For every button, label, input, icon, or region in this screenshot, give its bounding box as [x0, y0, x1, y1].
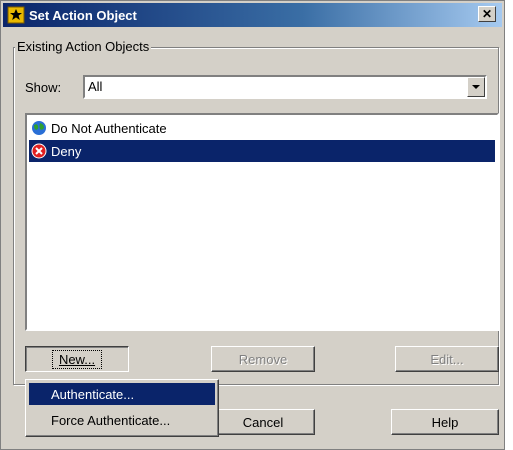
cancel-button-label: Cancel — [242, 414, 284, 430]
new-dropdown-menu: Authenticate... Force Authenticate... — [25, 379, 219, 437]
deny-icon — [31, 143, 47, 159]
show-label: Show: — [25, 80, 62, 95]
edit-button[interactable]: Edit... — [395, 346, 499, 372]
set-action-object-dialog: Set Action Object ✕ Existing Action Obje… — [0, 0, 505, 450]
title-bar[interactable]: Set Action Object ✕ — [3, 3, 502, 27]
new-button-label: New... — [51, 349, 103, 369]
help-button-label: Help — [431, 414, 459, 430]
new-button[interactable]: New... — [25, 346, 129, 372]
show-dropdown[interactable]: All — [83, 75, 487, 99]
group-label: Existing Action Objects — [15, 39, 152, 54]
edit-button-label: Edit... — [430, 351, 464, 367]
dropdown-button[interactable] — [467, 77, 485, 97]
menu-item-authenticate[interactable]: Authenticate... — [29, 383, 215, 405]
list-item-label: Deny — [51, 143, 82, 159]
list-item-do-not-authenticate[interactable]: Do Not Authenticate — [29, 117, 495, 139]
action-objects-list[interactable]: Do Not Authenticate Deny — [25, 113, 499, 331]
remove-button[interactable]: Remove — [211, 346, 315, 372]
chevron-down-icon — [472, 84, 480, 89]
close-icon: ✕ — [481, 7, 493, 21]
close-button[interactable]: ✕ — [478, 6, 496, 22]
globe-icon — [32, 121, 46, 135]
show-dropdown-value: All — [88, 79, 103, 94]
list-item-label: Do Not Authenticate — [51, 120, 167, 136]
menu-item-force-authenticate[interactable]: Force Authenticate... — [29, 409, 215, 431]
window-title: Set Action Object — [29, 7, 137, 23]
cancel-button[interactable]: Cancel — [211, 409, 315, 435]
app-icon — [7, 6, 25, 24]
remove-button-label: Remove — [238, 351, 288, 367]
help-button[interactable]: Help — [391, 409, 499, 435]
list-item-deny[interactable]: Deny — [29, 140, 495, 162]
